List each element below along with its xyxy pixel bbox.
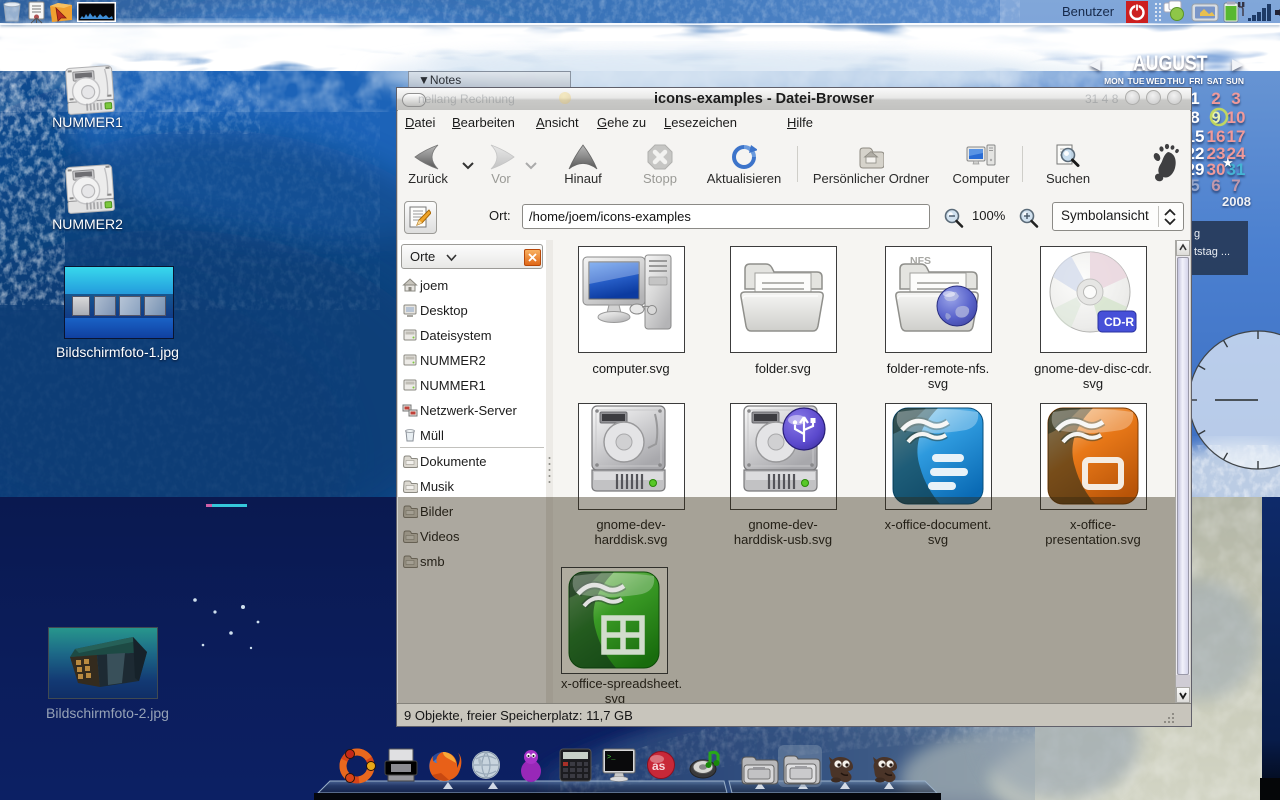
svg-text:>_: >_	[607, 754, 616, 762]
svg-text:as: as	[652, 759, 666, 773]
